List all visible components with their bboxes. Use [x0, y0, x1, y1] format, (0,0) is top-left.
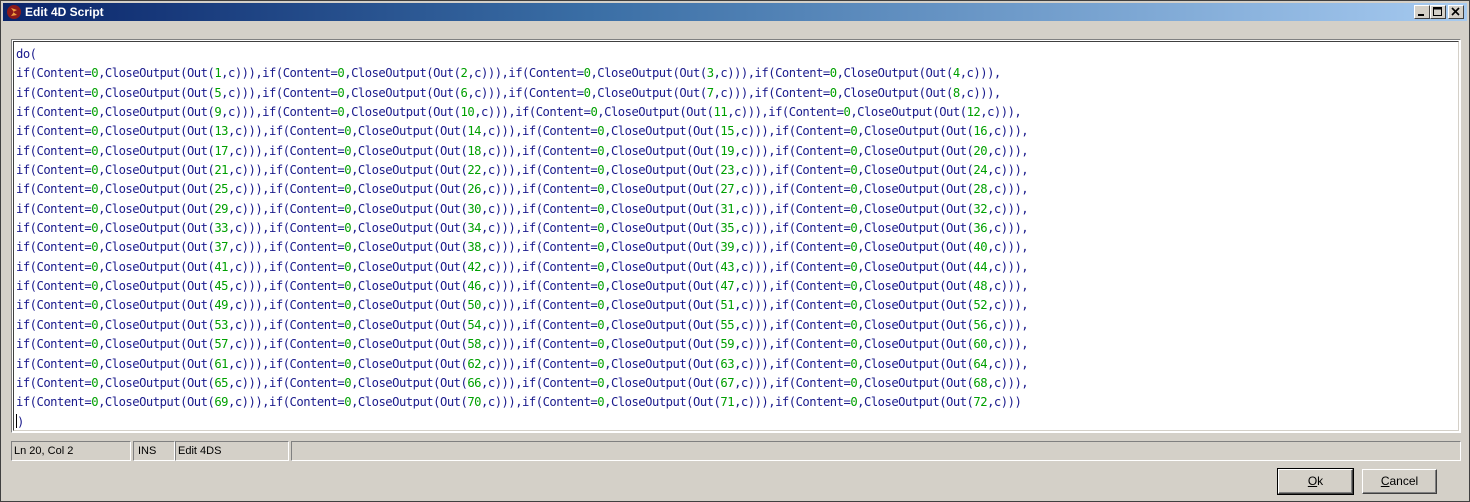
code-line: if(Content=0,CloseOutput(Out(45,c))),if(… — [16, 279, 1029, 294]
maximize-icon — [1433, 7, 1442, 16]
title-bar[interactable]: Edit 4D Script — [3, 3, 1467, 21]
code-line: if(Content=0,CloseOutput(Out(49,c))),if(… — [16, 298, 1029, 313]
code-line: if(Content=0,CloseOutput(Out(33,c))),if(… — [16, 221, 1029, 236]
ok-mnemonic: O — [1307, 474, 1318, 488]
ok-label: k — [1317, 474, 1324, 488]
code-line: if(Content=0,CloseOutput(Out(57,c))),if(… — [16, 337, 1029, 352]
code-line: if(Content=0,CloseOutput(Out(29,c))),if(… — [16, 201, 1029, 216]
status-empty — [291, 441, 1461, 461]
cursor-position: Ln 20, Col 2 — [11, 441, 131, 461]
insert-mode: INS — [133, 441, 175, 461]
code-line: if(Content=0,CloseOutput(Out(25,c))),if(… — [16, 182, 1029, 197]
code-line: if(Content=0,CloseOutput(Out(21,c))),if(… — [16, 163, 1029, 178]
code-line: if(Content=0,CloseOutput(Out(65,c))),if(… — [16, 375, 1029, 390]
code-line: if(Content=0,CloseOutput(Out(5,c))),if(C… — [16, 85, 1001, 100]
code-line: if(Content=0,CloseOutput(Out(69,c))),if(… — [16, 395, 1022, 410]
minimize-icon — [1418, 14, 1424, 16]
code-line: if(Content=0,CloseOutput(Out(13,c))),if(… — [16, 124, 1029, 139]
status-bar: Ln 20, Col 2 INS Edit 4DS — [11, 441, 1461, 461]
script-editor[interactable]: do( if(Content=0,CloseOutput(Out(1,c))),… — [11, 39, 1461, 433]
ok-button[interactable]: Ok — [1277, 468, 1354, 495]
code-line: if(Content=0,CloseOutput(Out(61,c))),if(… — [16, 356, 1029, 371]
code-line: if(Content=0,CloseOutput(Out(37,c))),if(… — [16, 240, 1029, 255]
code-line: if(Content=0,CloseOutput(Out(9,c))),if(C… — [16, 105, 1022, 120]
code-line: if(Content=0,CloseOutput(Out(53,c))),if(… — [16, 317, 1029, 332]
window-title: Edit 4D Script — [25, 5, 104, 19]
code-line: do( — [16, 47, 37, 61]
close-button[interactable] — [1448, 5, 1464, 19]
close-icon — [1451, 7, 1460, 16]
app-icon — [6, 4, 22, 20]
code-line: if(Content=0,CloseOutput(Out(17,c))),if(… — [16, 143, 1029, 158]
minimize-button[interactable] — [1414, 5, 1430, 19]
code-line: if(Content=0,CloseOutput(Out(41,c))),if(… — [16, 259, 1029, 274]
cancel-button[interactable]: Cancel — [1362, 469, 1437, 494]
status-label: Edit 4DS — [175, 441, 289, 461]
text-caret — [16, 413, 17, 428]
script-code[interactable]: do( if(Content=0,CloseOutput(Out(1,c))),… — [16, 45, 1029, 430]
code-line: ) — [16, 413, 24, 429]
cancel-label: ancel — [1389, 474, 1419, 488]
edit-script-window: Edit 4D Script do( if(Content=0,CloseOut… — [0, 0, 1470, 502]
maximize-button[interactable] — [1430, 5, 1446, 19]
code-line: if(Content=0,CloseOutput(Out(1,c))),if(C… — [16, 66, 1001, 81]
